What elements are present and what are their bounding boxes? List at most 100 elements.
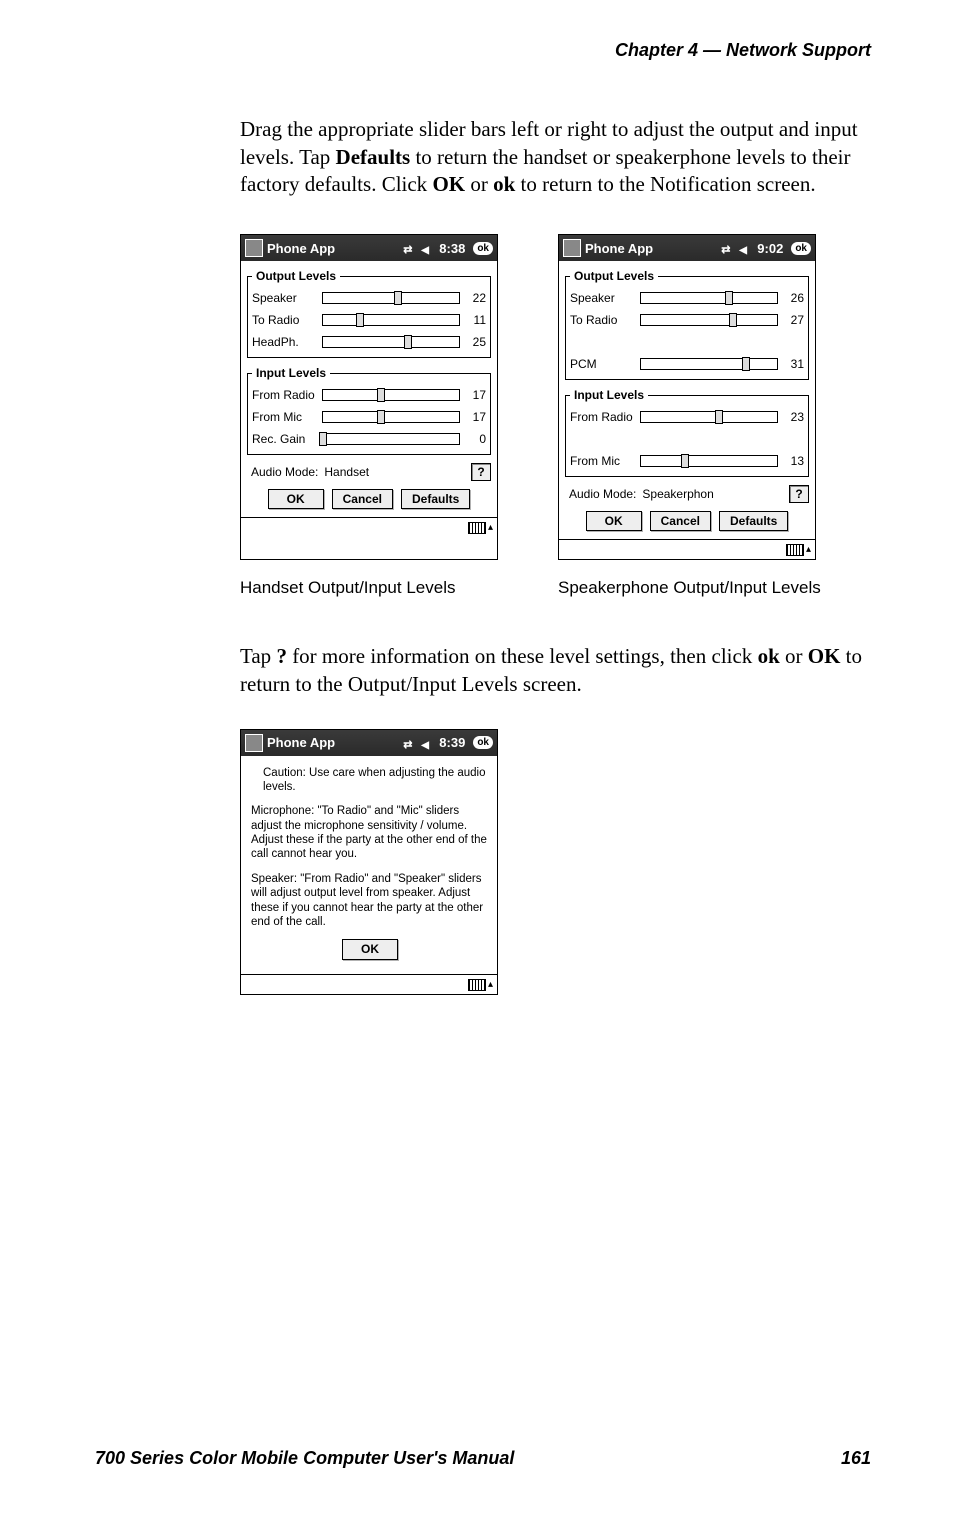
slider-value: 17 (464, 388, 486, 402)
to-radio-slider[interactable] (322, 314, 460, 326)
cancel-button[interactable]: Cancel (650, 511, 711, 531)
from-mic-slider[interactable] (322, 411, 460, 423)
help-speaker: Speaker: "From Radio" and "Speaker" slid… (251, 872, 489, 930)
start-flag-icon[interactable] (563, 239, 581, 257)
defaults-button[interactable]: Defaults (719, 511, 788, 531)
connectivity-icon[interactable] (403, 736, 417, 750)
slider-row: From Mic 13 (570, 450, 804, 472)
slider-value: 22 (464, 291, 486, 305)
keyboard-icon[interactable] (468, 522, 486, 534)
sip-bar: ▴ (241, 974, 497, 994)
sip-up-icon[interactable]: ▴ (488, 522, 493, 533)
help-microphone: Microphone: "To Radio" and "Mic" sliders… (251, 804, 489, 862)
slider-label: PCM (570, 357, 636, 371)
keyboard-icon[interactable] (468, 979, 486, 991)
from-radio-slider[interactable] (322, 389, 460, 401)
slider-row: From Mic17 (252, 406, 486, 428)
help-button[interactable]: ? (789, 485, 809, 503)
speaker-slider[interactable] (640, 292, 778, 304)
slider-row: From Radio 17 (252, 384, 486, 406)
volume-icon[interactable] (421, 736, 435, 750)
slider-row: From Radio23 (570, 406, 804, 428)
titlebar-ok-button[interactable]: ok (473, 736, 493, 749)
titlebar-ok-button[interactable]: ok (473, 242, 493, 255)
slider-value: 23 (782, 410, 804, 424)
input-levels-group: Input Levels From Radio17 From Mic17 Rec… (247, 366, 491, 455)
slider-row: Speaker22 (252, 287, 486, 309)
headph-slider[interactable] (322, 336, 460, 348)
para2-pre: Tap (240, 644, 276, 668)
slider-row: PCM 31 (570, 353, 804, 375)
slider-label: To Radio (570, 313, 636, 327)
slider-label: HeadPh. (252, 335, 318, 349)
footer-manual-title: 700 Series Color Mobile Computer User's … (95, 1448, 514, 1469)
audio-mode-value: Handset (324, 465, 369, 479)
slider-row: Speaker26 (570, 287, 804, 309)
audio-mode-label: Audio Mode: (569, 487, 636, 501)
speaker-slider[interactable] (322, 292, 460, 304)
input-legend: Input Levels (570, 388, 648, 402)
handset-screenshot: Phone App 8:38 ok Output Levels Speaker2… (240, 234, 498, 560)
start-flag-icon[interactable] (245, 239, 263, 257)
para2-ok-lower: ok (758, 644, 780, 668)
output-levels-group: Output Levels Speaker26 To Radio27 PCM 31 (565, 269, 809, 380)
connectivity-icon[interactable] (403, 241, 417, 255)
slider-label: From Mic (570, 454, 636, 468)
from-radio-slider[interactable] (640, 411, 778, 423)
to-radio-slider[interactable] (640, 314, 778, 326)
para2-ok-upper: OK (808, 644, 841, 668)
pcm-slider[interactable] (640, 358, 778, 370)
volume-icon[interactable] (421, 241, 435, 255)
sip-up-icon[interactable]: ▴ (488, 979, 493, 990)
from-mic-slider[interactable] (640, 455, 778, 467)
running-header: Chapter 4 — Network Support (95, 40, 871, 61)
footer-page-number: 161 (841, 1448, 871, 1469)
keyboard-icon[interactable] (786, 544, 804, 556)
titlebar: Phone App 9:02 ok (559, 235, 815, 261)
defaults-button[interactable]: Defaults (401, 489, 470, 509)
slider-value: 13 (782, 454, 804, 468)
connectivity-icon[interactable] (721, 241, 735, 255)
titlebar: Phone App 8:39 ok (241, 730, 497, 756)
sip-bar: ▴ (559, 539, 815, 559)
caption-handset: Handset Output/Input Levels (240, 578, 498, 598)
clock: 9:02 (757, 241, 783, 256)
para1-ok-lower: ok (493, 172, 515, 196)
slider-label: Rec. Gain (252, 432, 318, 446)
app-title: Phone App (267, 735, 399, 750)
rec-gain-slider[interactable] (322, 433, 460, 445)
slider-label: Speaker (570, 291, 636, 305)
output-legend: Output Levels (252, 269, 340, 283)
help-caution: Caution: Use care when adjusting the aud… (251, 766, 489, 795)
slider-row: Rec. Gain 0 (252, 428, 486, 450)
caption-speakerphone: Speakerphone Output/Input Levels (558, 578, 858, 598)
help-ok-button[interactable]: OK (342, 939, 398, 960)
slider-value: 25 (464, 335, 486, 349)
start-flag-icon[interactable] (245, 734, 263, 752)
audio-mode-label: Audio Mode: (251, 465, 318, 479)
ok-button[interactable]: OK (586, 511, 642, 531)
app-title: Phone App (585, 241, 717, 256)
input-levels-group: Input Levels From Radio23 From Mic 13 (565, 388, 809, 477)
help-screenshot: Phone App 8:39 ok Caution: Use care when… (240, 729, 498, 996)
para2-mid2: or (780, 644, 808, 668)
cancel-button[interactable]: Cancel (332, 489, 393, 509)
slider-row: To Radio11 (252, 309, 486, 331)
ok-button[interactable]: OK (268, 489, 324, 509)
para1-defaults: Defaults (336, 145, 411, 169)
speakerphone-screenshot: Phone App 9:02 ok Output Levels Speaker2… (558, 234, 816, 560)
titlebar-ok-button[interactable]: ok (791, 242, 811, 255)
slider-row: To Radio27 (570, 309, 804, 331)
slider-value: 11 (464, 313, 486, 327)
clock: 8:38 (439, 241, 465, 256)
help-button[interactable]: ? (471, 463, 491, 481)
slider-value: 31 (782, 357, 804, 371)
para1-ok-upper: OK (432, 172, 465, 196)
volume-icon[interactable] (739, 241, 753, 255)
slider-label: From Radio (252, 388, 318, 402)
clock: 8:39 (439, 735, 465, 750)
slider-value: 0 (464, 432, 486, 446)
output-legend: Output Levels (570, 269, 658, 283)
para2-question: ? (276, 644, 287, 668)
sip-up-icon[interactable]: ▴ (806, 544, 811, 555)
